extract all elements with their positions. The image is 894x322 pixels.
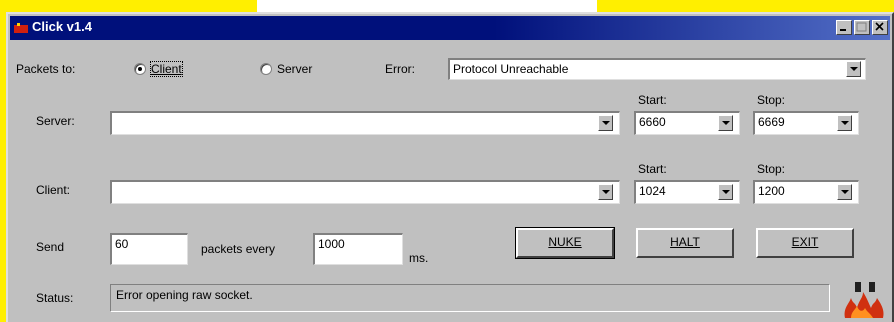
maximize-icon — [856, 22, 867, 32]
halt-button-label: HALT — [670, 235, 700, 249]
client-start-dropdown-arrow[interactable] — [718, 184, 733, 200]
client-radio[interactable] — [134, 63, 146, 75]
fire-logo-icon — [844, 282, 884, 318]
close-icon — [875, 22, 884, 31]
server-stop-value: 6669 — [758, 115, 785, 129]
client-start-value: 1024 — [639, 184, 666, 198]
ms-label: ms. — [409, 251, 429, 265]
client-label: Client: — [36, 183, 71, 197]
client-dropdown-arrow[interactable] — [598, 184, 613, 200]
server-radio[interactable] — [260, 63, 272, 75]
send-label: Send — [36, 240, 65, 254]
client-stop-value: 1200 — [758, 184, 785, 198]
error-select[interactable]: Protocol Unreachable — [448, 58, 866, 80]
interval-value: 1000 — [318, 237, 345, 251]
exit-button-label: EXIT — [791, 235, 819, 249]
nuke-button[interactable]: NUKE — [515, 227, 615, 259]
app-icon — [14, 23, 28, 33]
status-display: Error opening raw socket. — [110, 284, 830, 312]
minimize-icon — [840, 29, 846, 31]
minimize-button[interactable] — [836, 20, 852, 35]
app-window: Click v1.4 Packets to: Client Server Err… — [6, 12, 894, 322]
server-stop-label: Stop: — [757, 93, 786, 107]
server-dropdown-arrow[interactable] — [598, 115, 613, 131]
client-radio-label[interactable]: Client — [150, 61, 183, 77]
error-select-value: Protocol Unreachable — [453, 62, 569, 76]
client-start-label: Start: — [638, 162, 667, 176]
background-strip — [257, 0, 597, 12]
server-start-dropdown-arrow[interactable] — [718, 115, 733, 131]
server-radio-label[interactable]: Server — [277, 62, 312, 76]
packet-count-input[interactable]: 60 — [110, 233, 188, 265]
status-text: Error opening raw socket. — [116, 288, 253, 302]
server-combo[interactable] — [110, 111, 620, 135]
packets-to-label: Packets to: — [16, 62, 76, 76]
window-title: Click v1.4 — [32, 19, 92, 34]
titlebar[interactable]: Click v1.4 — [10, 16, 890, 40]
packet-count-value: 60 — [115, 237, 129, 251]
packets-every-label: packets every — [201, 242, 276, 256]
interval-input[interactable]: 1000 — [313, 233, 403, 265]
status-label: Status: — [36, 291, 74, 305]
maximize-button[interactable] — [854, 20, 870, 35]
server-label: Server: — [36, 114, 75, 128]
server-start-value: 6660 — [639, 115, 666, 129]
client-stop-dropdown-arrow[interactable] — [837, 184, 852, 200]
exit-button[interactable]: EXIT — [756, 228, 854, 258]
client-stop-label: Stop: — [757, 162, 786, 176]
error-dropdown-arrow[interactable] — [846, 61, 861, 77]
client-combo[interactable] — [110, 180, 620, 204]
close-button[interactable] — [872, 20, 888, 35]
server-start-label: Start: — [638, 93, 667, 107]
nuke-button-label: NUKE — [548, 235, 582, 249]
halt-button[interactable]: HALT — [636, 228, 734, 258]
error-label: Error: — [385, 62, 415, 76]
server-stop-dropdown-arrow[interactable] — [837, 115, 852, 131]
